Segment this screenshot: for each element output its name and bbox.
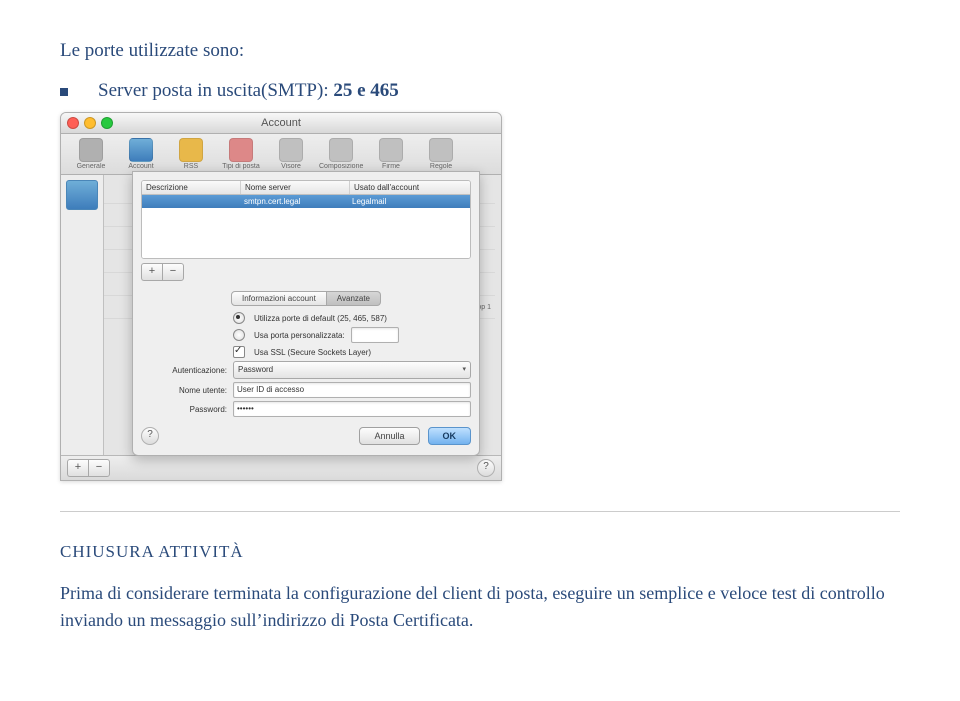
add-button[interactable]: +: [141, 263, 162, 281]
account-item[interactable]: [66, 180, 98, 210]
dialog-buttons: ? Annulla OK: [141, 427, 471, 445]
help-button[interactable]: ?: [477, 459, 495, 477]
add-remove-controls: + −: [141, 263, 471, 281]
bullet-item: Server posta in uscita(SMTP): 25 e 465: [60, 80, 900, 102]
preferences-window: Account Generale Account RSS Tipi di pos…: [60, 112, 502, 481]
toolbar-item[interactable]: Generale: [69, 138, 113, 170]
radio-default-ports[interactable]: Utilizza porte di default (25, 465, 587): [141, 312, 471, 324]
window-title: Account: [61, 117, 501, 129]
bullet-values: 25 e 465: [333, 80, 398, 101]
radio-icon: [233, 312, 245, 324]
th-description: Descrizione: [142, 181, 241, 194]
radio-custom-label: Usa porta personalizzata:: [254, 331, 345, 340]
window-bottom-bar: + − ?: [61, 455, 501, 480]
radio-default-label: Utilizza porte di default (25, 465, 587): [254, 314, 387, 323]
ssl-checkbox-row[interactable]: Usa SSL (Secure Sockets Layer): [141, 346, 471, 358]
auth-select[interactable]: Password ▾: [233, 361, 471, 379]
tab-account-info[interactable]: Informazioni account: [231, 291, 327, 306]
ssl-label: Usa SSL (Secure Sockets Layer): [254, 348, 371, 357]
password-label: Password:: [141, 405, 227, 414]
auth-value: Password: [238, 363, 273, 377]
sheet-tabs: Informazioni account Avanzate: [141, 291, 471, 306]
table-header: Descrizione Nome server Usato dall'accou…: [142, 181, 470, 195]
ports-heading: Le porte utilizzate sono:: [60, 40, 900, 62]
username-input[interactable]: User ID di accesso: [233, 382, 471, 398]
bullet-prefix: Server posta in uscita(SMTP):: [98, 80, 333, 101]
closing-paragraph: Prima di considerare terminata la config…: [60, 580, 900, 634]
content-area: Stop 1 Descrizione Nome server Usato dal…: [61, 175, 501, 455]
username-row: Nome utente: User ID di accesso: [141, 382, 471, 398]
section-heading: CHIUSURA ATTIVITÀ: [60, 542, 900, 562]
toolbar-item[interactable]: Visore: [269, 138, 313, 170]
help-button[interactable]: ?: [141, 427, 159, 445]
th-server: Nome server: [241, 181, 350, 194]
cell-server: smtpn.cert.legal: [240, 195, 348, 208]
section-divider: [60, 511, 900, 512]
toolbar-item[interactable]: Firme: [369, 138, 413, 170]
password-input[interactable]: ••••••: [233, 401, 471, 417]
window-titlebar: Account: [61, 113, 501, 134]
remove-button[interactable]: −: [162, 263, 184, 281]
remove-account-button[interactable]: −: [88, 459, 110, 477]
username-label: Nome utente:: [141, 386, 227, 395]
ok-button[interactable]: OK: [428, 427, 472, 445]
add-account-button[interactable]: +: [67, 459, 88, 477]
checkbox-icon: [233, 346, 245, 358]
smtp-sheet: Descrizione Nome server Usato dall'accou…: [132, 171, 480, 456]
radio-icon: [233, 329, 245, 341]
toolbar-item[interactable]: Regole: [419, 138, 463, 170]
bullet-icon: [60, 88, 68, 96]
accounts-sidebar: [61, 175, 104, 455]
cell-usedby: Legalmail: [348, 195, 470, 208]
main-panel: Stop 1 Descrizione Nome server Usato dal…: [104, 175, 501, 455]
radio-custom-port[interactable]: Usa porta personalizzata:: [141, 327, 471, 343]
bullet-text: Server posta in uscita(SMTP): 25 e 465: [98, 80, 399, 102]
custom-port-input[interactable]: [351, 327, 399, 343]
embedded-screenshot: Account Generale Account RSS Tipi di pos…: [60, 112, 900, 481]
chevron-down-icon: ▾: [462, 363, 466, 377]
auth-row: Autenticazione: Password ▾: [141, 361, 471, 379]
server-table: Descrizione Nome server Usato dall'accou…: [141, 180, 471, 259]
cancel-button[interactable]: Annulla: [359, 427, 419, 445]
tab-advanced[interactable]: Avanzate: [327, 291, 381, 306]
toolbar-item[interactable]: Tipi di posta: [219, 138, 263, 170]
toolbar-item[interactable]: Composizione: [319, 138, 363, 170]
cell-description: [142, 195, 240, 208]
table-row[interactable]: smtpn.cert.legal Legalmail: [142, 195, 470, 208]
toolbar-item[interactable]: Account: [119, 138, 163, 170]
password-row: Password: ••••••: [141, 401, 471, 417]
preferences-toolbar: Generale Account RSS Tipi di posta Visor…: [61, 134, 501, 175]
toolbar-item[interactable]: RSS: [169, 138, 213, 170]
th-usedby: Usato dall'account: [350, 181, 470, 194]
table-empty-area: [142, 208, 470, 258]
auth-label: Autenticazione:: [141, 366, 227, 375]
